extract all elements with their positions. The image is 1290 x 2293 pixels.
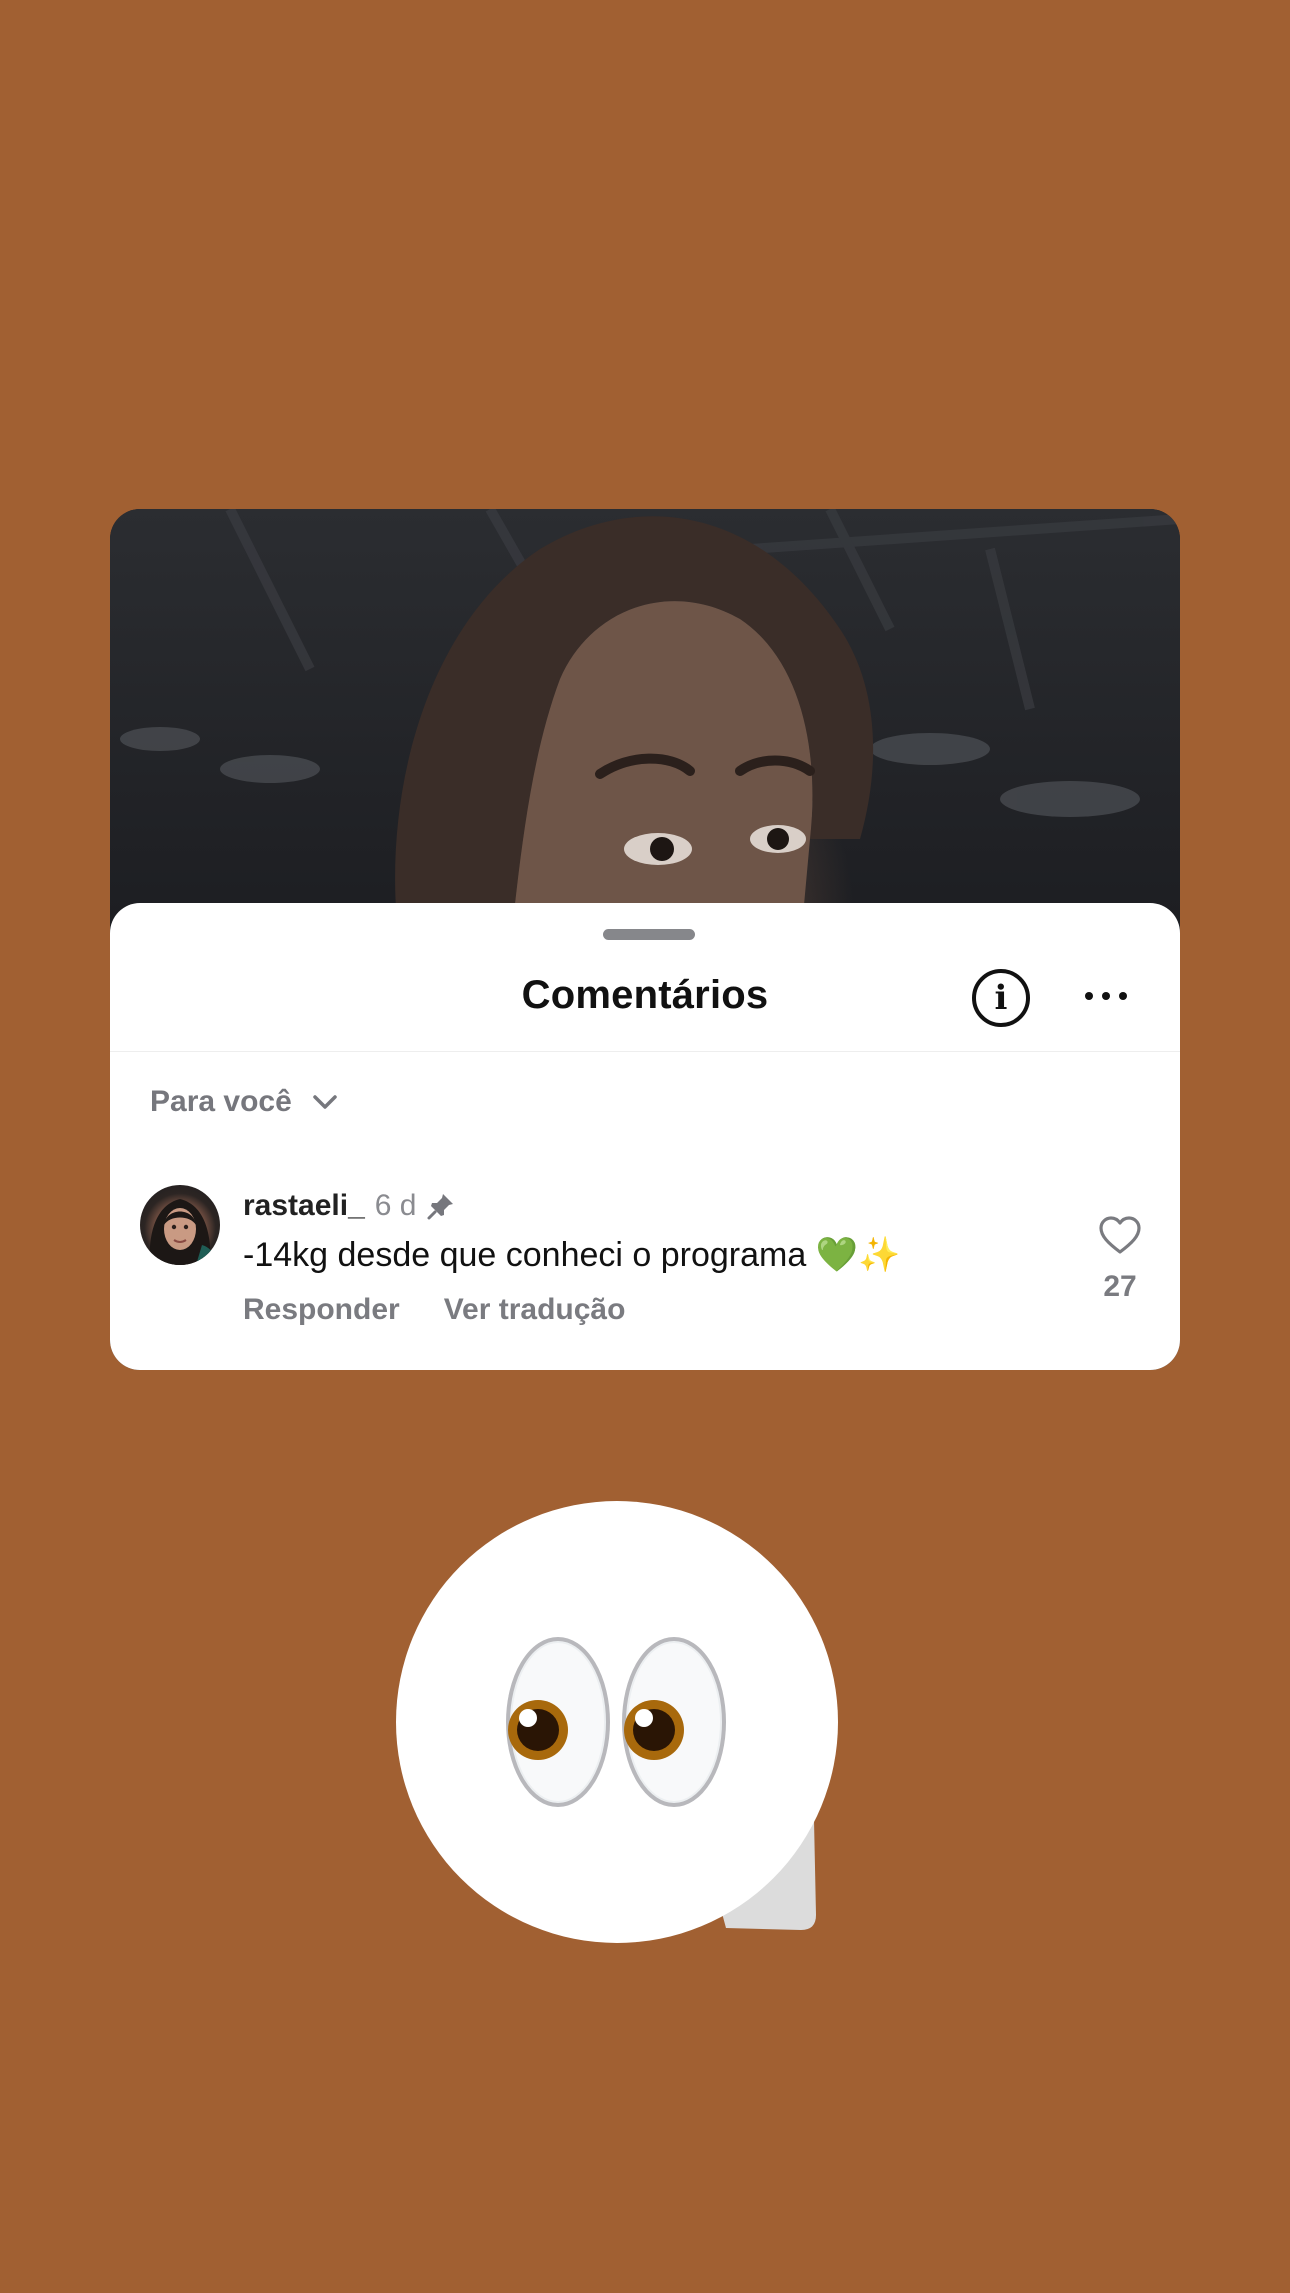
more-options-icon[interactable] xyxy=(1085,989,1127,1003)
like-count: 27 xyxy=(1103,1270,1137,1303)
comment-text: -14kg desde que conheci o programa 💚✨ xyxy=(243,1236,901,1274)
sort-filter-label: Para você xyxy=(150,1085,292,1118)
comments-sheet: Comentários i Para você rastaeli_ 6 d -1… xyxy=(110,903,1180,1370)
avatar[interactable] xyxy=(140,1185,220,1265)
header-divider xyxy=(110,1051,1180,1052)
comment-header: rastaeli_ 6 d xyxy=(243,1189,456,1223)
comment-timestamp: 6 d xyxy=(374,1189,417,1222)
comment-actions: Responder Ver tradução xyxy=(243,1293,625,1327)
comment-item: rastaeli_ 6 d -14kg desde que conheci o … xyxy=(140,1185,1150,1345)
like-button[interactable]: 27 xyxy=(1090,1215,1150,1304)
eyes-icon xyxy=(396,1501,838,1943)
sort-filter-dropdown[interactable]: Para você xyxy=(150,1085,340,1119)
info-icon[interactable]: i xyxy=(972,969,1030,1027)
see-translation-button[interactable]: Ver tradução xyxy=(444,1293,626,1327)
heart-outline-icon xyxy=(1099,1216,1141,1254)
person-image xyxy=(395,516,874,949)
reply-button[interactable]: Responder xyxy=(243,1293,400,1327)
comment-username[interactable]: rastaeli_ xyxy=(243,1189,365,1223)
video-comment-card[interactable]: Comentários i Para você rastaeli_ 6 d -1… xyxy=(110,509,1180,1370)
pin-icon xyxy=(426,1191,456,1221)
chevron-down-icon xyxy=(310,1087,340,1117)
video-thumbnail[interactable] xyxy=(110,509,1180,949)
eyes-emoji-sticker[interactable] xyxy=(396,1500,846,1950)
sheet-grabber-handle[interactable] xyxy=(603,929,695,940)
